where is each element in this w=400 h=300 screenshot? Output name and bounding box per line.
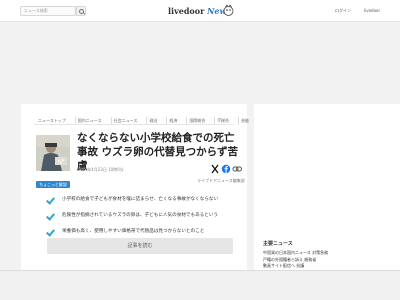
site-logo[interactable]: livedoor News	[168, 6, 231, 16]
register-link[interactable]: livedoor	[364, 8, 380, 13]
top-bar: ニュース検索 livedoor News ログイン livedoor	[0, 0, 400, 22]
summary-point: 小学校の給食で子どもが食材を喉に詰まらせ、亡くなる事故がなくならない	[46, 196, 242, 212]
check-icon	[46, 196, 54, 204]
divider	[34, 124, 234, 125]
mascot-icon	[223, 4, 234, 16]
summary-point: 危険性が指摘されているウズラの卵は、子どもに人気の食材でもあるという	[46, 212, 242, 228]
article-date: 2024年4月23日 10時0分	[77, 167, 124, 172]
login-link[interactable]: ログイン	[335, 8, 351, 14]
ad-space	[0, 22, 400, 102]
check-icon	[46, 212, 54, 220]
search-input[interactable]: ニュース検索	[20, 6, 76, 16]
search-icon[interactable]	[76, 6, 86, 16]
category-item[interactable]: 芸能	[238, 117, 251, 125]
x-share-icon[interactable]	[211, 164, 219, 174]
logo-main: livedoor	[168, 6, 205, 16]
facebook-share-icon[interactable]	[221, 164, 231, 174]
summary-tag: ちょこっと解説	[36, 181, 70, 188]
summary-point-text: 小学校の給食で子どもが食材を喉に詰まらせ、亡くなる事故がなくならない	[62, 197, 219, 202]
ranking-item[interactable]: 動画サイト配信へ 抗議	[263, 263, 393, 270]
check-icon	[46, 228, 54, 236]
summary-point-text: 危険性が指摘されているウズラの卵は、子どもに人気の食材でもあるという	[62, 213, 219, 218]
ranking-item[interactable]: 戸籍の外国籍者ら訴え 総務省	[263, 257, 393, 264]
ranking-title: 主要ニュース	[263, 241, 293, 247]
bottom-ad-bar	[0, 270, 400, 300]
summary-point-text: 栄養価も高く、使用しやすい価格帯で代替品は見つからないとのこと	[62, 229, 205, 234]
article-source[interactable]: ライブドアニュース編集部	[197, 178, 245, 184]
read-more-button[interactable]: 記事を読む	[47, 238, 233, 254]
share-buttons	[211, 164, 242, 174]
summary-points: 小学校の給食で子どもが食材を喉に詰まらせ、亡くなる事故がなくならない 危険性が指…	[46, 196, 242, 244]
article-thumbnail[interactable]	[36, 135, 70, 171]
ranking-item[interactable]: 中国発の日本国内ニュース 対策急務	[263, 250, 393, 257]
link-share-icon[interactable]	[232, 166, 242, 172]
